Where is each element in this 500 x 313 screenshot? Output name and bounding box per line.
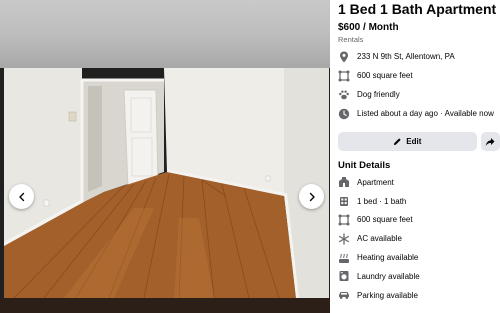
photo-blur-backdrop bbox=[0, 0, 330, 68]
pencil-icon bbox=[394, 138, 401, 146]
chevron-left-icon bbox=[18, 192, 24, 201]
edit-button[interactable]: Edit bbox=[338, 132, 477, 151]
unit-details-heading: Unit Details bbox=[338, 160, 391, 171]
laundry-icon bbox=[338, 270, 350, 282]
info-pets-text: Dog friendly bbox=[357, 90, 400, 99]
car-icon bbox=[338, 289, 350, 301]
share-arrow-icon bbox=[486, 137, 495, 146]
unit-detail-ac: AC available bbox=[338, 229, 500, 248]
next-photo-button[interactable] bbox=[299, 184, 324, 209]
share-button[interactable] bbox=[480, 132, 500, 151]
unit-detail-laundry-text: Laundry available bbox=[357, 271, 420, 281]
info-location-text: 233 N 9th St, Allentown, PA bbox=[357, 52, 455, 61]
clock-icon bbox=[338, 108, 350, 120]
photo-blur-backdrop-bottom bbox=[0, 298, 330, 313]
snowflake-icon bbox=[338, 233, 350, 245]
info-row-location[interactable]: 233 N 9th St, Allentown, PA bbox=[338, 47, 500, 66]
square-footage-icon bbox=[338, 214, 350, 226]
info-row-size: 600 square feet bbox=[338, 66, 500, 85]
unit-detail-heating: Heating available bbox=[338, 248, 500, 267]
unit-detail-parking: Parking available bbox=[338, 286, 500, 305]
unit-detail-parking-text: Parking available bbox=[357, 290, 418, 300]
info-row-listed: Listed about a day ago · Available now bbox=[338, 104, 500, 123]
edit-button-label: Edit bbox=[406, 137, 422, 146]
location-pin-icon bbox=[338, 51, 350, 63]
chevron-right-icon bbox=[309, 192, 315, 201]
photo-viewer bbox=[0, 0, 330, 313]
unit-detail-size-text: 600 square feet bbox=[357, 215, 413, 225]
unit-detail-beds: 1 bed · 1 bath bbox=[338, 192, 500, 211]
unit-detail-beds-text: 1 bed · 1 bath bbox=[357, 196, 407, 206]
unit-detail-laundry: Laundry available bbox=[338, 267, 500, 286]
listing-info-list: 233 N 9th St, Allentown, PA 600 square f… bbox=[338, 47, 500, 123]
unit-detail-heating-text: Heating available bbox=[357, 253, 419, 263]
apartment-icon bbox=[338, 176, 350, 188]
unit-detail-ac-text: AC available bbox=[357, 234, 402, 244]
listing-price: $600 / Month bbox=[338, 22, 399, 33]
listing-title: 1 Bed 1 Bath Apartment bbox=[338, 1, 497, 17]
bed-bath-icon bbox=[338, 195, 350, 207]
listing-photo bbox=[4, 68, 329, 298]
info-size-text: 600 square feet bbox=[357, 71, 413, 80]
info-listed-text: Listed about a day ago · Available now bbox=[357, 109, 494, 118]
listing-details-panel: 1 Bed 1 Bath Apartment $600 / Month Rent… bbox=[330, 0, 500, 313]
square-footage-icon bbox=[338, 70, 350, 82]
listing-category[interactable]: Rentals bbox=[338, 35, 500, 44]
info-row-pets: Dog friendly bbox=[338, 85, 500, 104]
unit-detail-type-text: Apartment bbox=[357, 177, 394, 187]
heating-icon bbox=[338, 252, 350, 264]
paw-icon bbox=[338, 89, 350, 101]
unit-details-list: Apartment 1 bed · 1 bath 600 square feet… bbox=[338, 173, 500, 305]
unit-detail-type: Apartment bbox=[338, 173, 500, 192]
listing-actions: Edit bbox=[338, 132, 500, 151]
previous-photo-button[interactable] bbox=[9, 184, 34, 209]
unit-detail-size: 600 square feet bbox=[338, 211, 500, 230]
